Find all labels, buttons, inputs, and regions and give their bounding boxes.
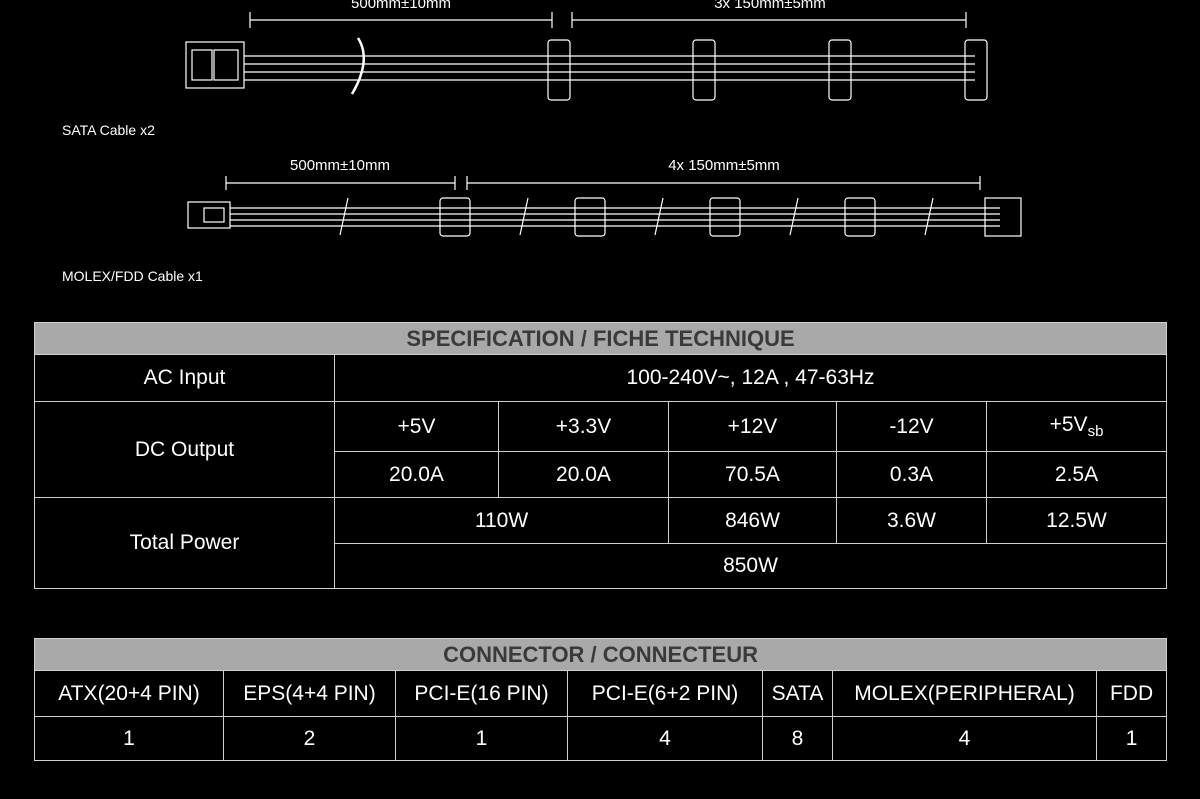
connector-title: CONNECTOR / CONNECTEUR [33,638,1168,671]
connector-header-eps: EPS(4+4 PIN) [223,670,396,717]
sata-dim-second: 3x 150mm±5mm [714,0,826,12]
sata-cable-label: SATA Cable x2 [62,122,155,138]
specification-table: SPECIFICATION / FICHE TECHNIQUE AC Input… [33,322,1168,589]
power-5vsb: 12.5W [985,497,1168,544]
current-minus-12v: 0.3A [836,451,987,498]
connector-count-pcie62: 4 [567,716,763,761]
current-12v: 70.5A [668,451,837,498]
current-5v: 20.0A [334,451,499,498]
current-3v3: 20.0A [498,451,669,498]
connector-count-molex: 4 [832,716,1097,761]
molex-dim-second: 4x 150mm±5mm [668,157,780,174]
molex-dim-first: 500mm±10mm [290,157,390,174]
connector-table: CONNECTOR / CONNECTEUR ATX(20+4 PIN) EPS… [33,638,1168,761]
molex-cable-label: MOLEX/FDD Cable x1 [62,268,203,284]
total-power-value: 850W [333,543,1168,589]
connector-count-fdd: 1 [1095,716,1168,761]
connector-count-atx: 1 [34,716,224,761]
current-5vsb: 2.5A [985,451,1168,498]
rail-5vsb: +5Vsb [985,401,1168,452]
connector-header-atx: ATX(20+4 PIN) [34,670,224,717]
ac-input-value: 100-240V~, 12A , 47-63Hz [333,354,1168,402]
sata-dim-first: 500mm±10mm [351,0,451,12]
connector-header-molex: MOLEX(PERIPHERAL) [832,670,1097,717]
rail-minus-12v: -12V [836,401,987,452]
connector-header-fdd: FDD [1095,670,1168,717]
rail-12v: +12V [668,401,837,452]
connector-count-pcie16: 1 [395,716,568,761]
spec-title: SPECIFICATION / FICHE TECHNIQUE [33,322,1168,355]
rail-5v: +5V [334,401,499,452]
rail-3v3: +3.3V [498,401,669,452]
power-minus-12v: 3.6W [836,497,987,544]
power-12v: 846W [668,497,837,544]
connector-header-pcie16: PCI-E(16 PIN) [395,670,568,717]
power-5v-3v3: 110W [334,497,669,544]
rail-5vsb-main: +5V [1049,412,1088,436]
sata-cable-drawing: 500mm±10mm 3x 150mm±5mm [185,0,988,101]
connector-header-sata: SATA [762,670,833,717]
connector-header-pcie62: PCI-E(6+2 PIN) [567,670,763,717]
connector-count-eps: 2 [223,716,396,761]
ac-input-label: AC Input [34,354,335,402]
dc-output-label: DC Output [34,401,335,498]
total-power-label: Total Power [34,497,335,589]
molex-cable-drawing: 500mm±10mm 4x 150mm±5mm [187,157,1022,237]
connector-count-sata: 8 [762,716,833,761]
rail-5vsb-subscript: sb [1087,423,1104,441]
